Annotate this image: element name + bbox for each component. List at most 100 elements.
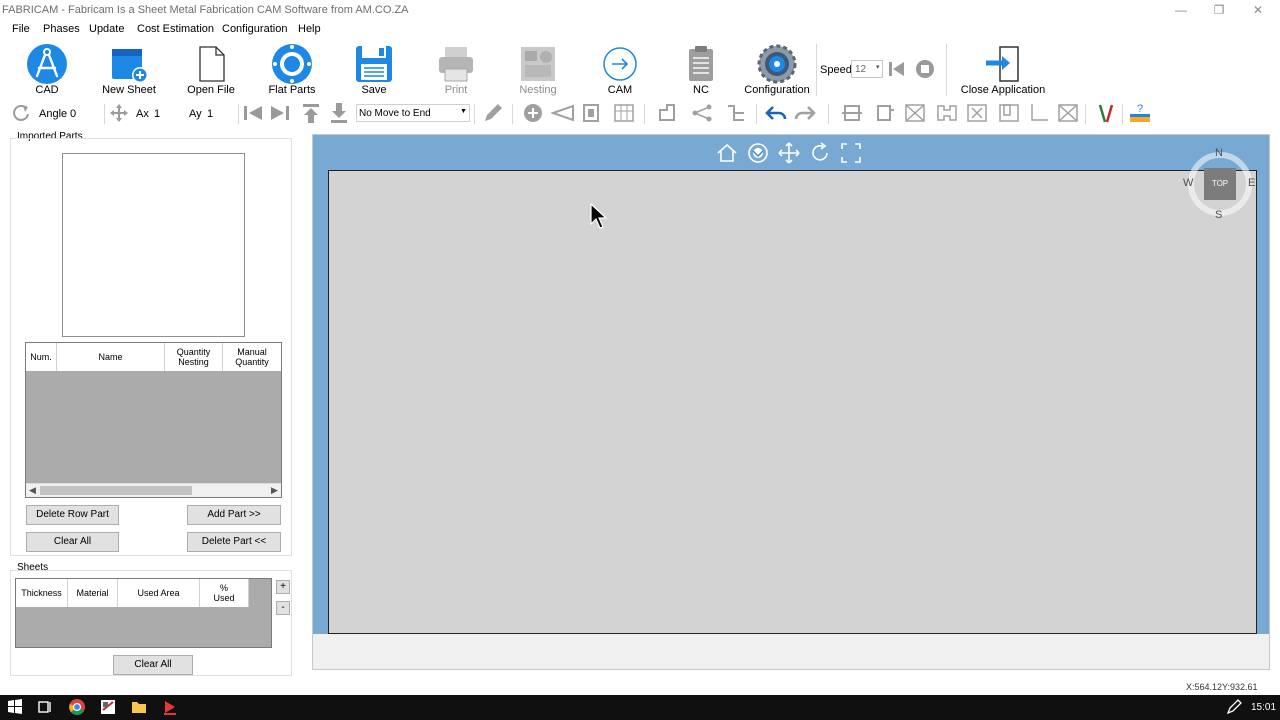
close-button[interactable]: ✕ xyxy=(1239,0,1277,20)
orbit-icon[interactable] xyxy=(746,141,770,165)
menu-phases[interactable]: Phases xyxy=(43,23,80,35)
minimize-button[interactable]: — xyxy=(1162,0,1200,20)
cam-button[interactable]: CAM xyxy=(584,40,656,98)
add-circle-icon[interactable] xyxy=(521,102,545,124)
tree-nodes-icon[interactable] xyxy=(724,102,748,124)
file-explorer-icon[interactable] xyxy=(130,698,148,716)
cad-button[interactable]: CAD xyxy=(11,40,83,98)
parts-table[interactable]: Num. Name Quantity Nesting Manual Quanti… xyxy=(25,342,282,498)
column-quantity-nesting[interactable]: Quantity Nesting xyxy=(165,343,223,371)
clipboard-icon xyxy=(689,46,713,81)
nc-grid-icon[interactable] xyxy=(612,102,636,124)
move-option-value: No Move to End xyxy=(359,108,431,119)
gear-icon xyxy=(757,44,797,84)
scrollbar-thumb[interactable] xyxy=(40,486,192,495)
pencil-icon[interactable] xyxy=(481,102,505,124)
flat-parts-button[interactable]: Flat Parts xyxy=(256,40,328,98)
menu-update[interactable]: Update xyxy=(89,23,124,35)
home-icon[interactable] xyxy=(715,141,739,165)
clear-all-sheets-button[interactable]: Clear All xyxy=(113,655,193,675)
fit-extents-icon[interactable] xyxy=(839,141,863,165)
undo-icon[interactable] xyxy=(764,102,788,124)
help-icon[interactable]: ? xyxy=(1128,102,1152,124)
move-arrows-icon[interactable] xyxy=(107,102,131,124)
add-part-button[interactable]: Add Part >> xyxy=(187,505,281,525)
stop-icon[interactable] xyxy=(915,59,935,79)
toolbar-divider xyxy=(828,104,829,124)
bridge-icon[interactable] xyxy=(579,102,603,124)
ax-input[interactable]: 1 xyxy=(154,108,182,120)
sheets-table[interactable]: Thickness Material Used Area % Used xyxy=(15,578,272,648)
ay-input[interactable]: 1 xyxy=(207,108,235,120)
svg-text:?: ? xyxy=(1137,103,1143,115)
horizontal-scrollbar[interactable]: ◀ ▶ xyxy=(26,483,281,497)
fabricam-taskbar-icon[interactable] xyxy=(161,698,179,716)
flat-parts-label: Flat Parts xyxy=(268,84,316,96)
column-num[interactable]: Num. xyxy=(26,343,57,371)
menu-configuration[interactable]: Configuration xyxy=(222,23,287,35)
move-bottom-icon[interactable] xyxy=(327,102,351,124)
windows-start-icon[interactable] xyxy=(6,698,24,716)
print-button[interactable]: Print xyxy=(420,40,492,98)
chrome-icon[interactable] xyxy=(68,698,86,716)
delete-row-part-button[interactable]: Delete Row Part xyxy=(26,505,119,525)
corner-icon[interactable] xyxy=(1027,102,1051,124)
column-thickness[interactable]: Thickness xyxy=(16,579,68,607)
configuration-button[interactable]: Configuration xyxy=(741,40,813,98)
close-application-button[interactable]: Close Application xyxy=(961,40,1045,98)
menu-help[interactable]: Help xyxy=(298,23,321,35)
move-last-icon[interactable] xyxy=(268,102,292,124)
toolbar-divider xyxy=(1085,104,1086,124)
mirror-icon[interactable] xyxy=(935,102,959,124)
column-manual-quantity[interactable]: Manual Quantity xyxy=(223,343,281,371)
view-cube-top[interactable]: TOP xyxy=(1204,168,1236,200)
taskbar: 15:01 xyxy=(0,695,1280,720)
lead-in-icon[interactable] xyxy=(551,102,575,124)
nesting-button[interactable]: Nesting xyxy=(502,40,574,98)
floppy-disk-icon xyxy=(356,46,392,82)
speed-spinner[interactable]: 12 ▾ xyxy=(851,60,883,78)
delete-part-button[interactable]: Delete Part << xyxy=(187,532,281,552)
move-first-icon[interactable] xyxy=(241,102,265,124)
column-material[interactable]: Material xyxy=(68,579,118,607)
move-option-dropdown[interactable]: No Move to End ▼ xyxy=(356,104,470,122)
restore-button[interactable]: ❐ xyxy=(1200,0,1238,20)
scroll-right-icon[interactable]: ▶ xyxy=(271,485,278,496)
app-icon[interactable] xyxy=(99,698,117,716)
redo-icon[interactable] xyxy=(793,102,817,124)
copy-rotate-icon[interactable] xyxy=(874,102,898,124)
drawing-canvas[interactable] xyxy=(328,170,1257,634)
remove-sheet-button[interactable]: - xyxy=(276,601,290,615)
menu-file[interactable]: File xyxy=(12,23,30,35)
delete-all-icon[interactable] xyxy=(1056,102,1080,124)
cross-frame-icon[interactable] xyxy=(965,102,989,124)
clear-all-parts-button[interactable]: Clear All xyxy=(26,532,119,552)
align-icon[interactable] xyxy=(840,102,864,124)
new-sheet-button[interactable]: New Sheet xyxy=(93,40,165,98)
contour-icon[interactable] xyxy=(655,102,679,124)
move-top-icon[interactable] xyxy=(299,102,323,124)
column-used-area[interactable]: Used Area xyxy=(118,579,200,607)
open-file-button[interactable]: Open File xyxy=(175,40,247,98)
delete-box-icon[interactable] xyxy=(903,102,927,124)
column-percent-used[interactable]: % Used xyxy=(200,579,249,607)
toolbar-divider xyxy=(512,104,513,124)
pen-icon[interactable] xyxy=(1225,698,1243,716)
save-button[interactable]: Save xyxy=(338,40,410,98)
nc-button[interactable]: NC xyxy=(665,40,737,98)
scroll-left-icon[interactable]: ◀ xyxy=(29,485,36,496)
color-marker-icon[interactable] xyxy=(1094,102,1118,124)
path-nodes-icon[interactable] xyxy=(690,102,714,124)
pan-icon[interactable] xyxy=(777,141,801,165)
open-file-label: Open File xyxy=(187,84,235,96)
arrow-right-circle-icon xyxy=(603,47,637,81)
skip-back-icon[interactable] xyxy=(887,60,907,78)
column-name[interactable]: Name xyxy=(57,343,165,371)
frame-icon[interactable] xyxy=(997,102,1021,124)
add-sheet-button[interactable]: + xyxy=(276,580,290,594)
rotate-view-icon[interactable] xyxy=(808,141,832,165)
rotate-icon[interactable] xyxy=(9,102,33,124)
task-view-icon[interactable] xyxy=(36,698,54,716)
angle-input[interactable]: 0 xyxy=(70,108,98,120)
menu-cost-estimation[interactable]: Cost Estimation xyxy=(137,23,214,35)
